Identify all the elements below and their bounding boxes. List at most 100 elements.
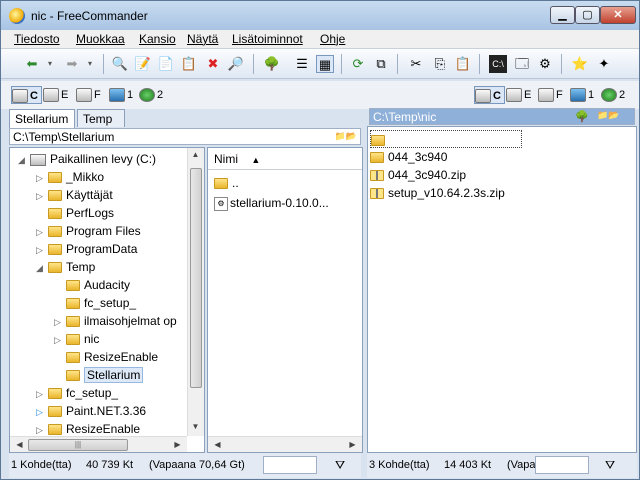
left-path-bar[interactable]: C:\Temp\Stellarium 📁📂 — [9, 128, 361, 145]
paste-icon[interactable]: 📋 — [454, 55, 472, 73]
view-icon[interactable]: 🔍 — [111, 55, 129, 73]
list-item[interactable]: ⚙ stellarium-0.10.0... — [214, 194, 329, 212]
folder-tree[interactable]: ◢ Paikallinen levy (C:) ▷ _Mikko ▷ Käyttäjät P… — [9, 147, 205, 453]
tree-item[interactable]: ◢ Temp — [36, 258, 95, 276]
tab-temp[interactable]: Temp — [77, 109, 125, 127]
drive-f-left[interactable]: F — [76, 86, 101, 104]
copy-icon[interactable]: 📄 — [157, 55, 175, 73]
command-prompt-icon[interactable]: C:\ — [489, 55, 507, 73]
settings-window-icon[interactable]: 🗔 — [513, 55, 531, 73]
left-status-free: (Vapaana 70,64 Gt) — [149, 459, 245, 471]
favorites-icon[interactable]: ⭐ — [571, 55, 589, 73]
tree-item[interactable]: ResizeEnable — [54, 348, 158, 366]
column-header-name[interactable]: Nimi ▲ — [208, 148, 362, 170]
list-view-icon[interactable]: ☰ — [293, 55, 311, 73]
path-tree-icon[interactable]: 🌳 — [575, 110, 589, 123]
refresh-icon[interactable]: ⟳ — [349, 55, 367, 73]
network-drive-right[interactable]: 1 — [570, 86, 594, 104]
menu-ohje[interactable]: Ohje — [320, 32, 345, 46]
tree-item[interactable]: ▷ Käyttäjät — [36, 186, 113, 204]
right-path-bar[interactable]: C:\Temp\nic — [369, 108, 635, 125]
menu-kansio[interactable]: Kansio — [139, 32, 176, 46]
tree-item[interactable]: ▷ fc_setup_ — [36, 384, 118, 402]
swap-panels-icon[interactable]: ⧉ — [372, 55, 390, 73]
right-quick-filter[interactable] — [535, 456, 589, 474]
drive-f-right[interactable]: F — [538, 86, 563, 104]
drive-c-right[interactable]: C — [474, 86, 505, 104]
list-item[interactable]: 044_3c940 — [370, 148, 447, 166]
tree-item[interactable]: ▷ _Mikko — [36, 168, 104, 186]
expander-icon[interactable]: ▷ — [54, 313, 66, 331]
folder-tree-icon[interactable]: 🌳 — [263, 55, 281, 73]
forward-dropdown-icon[interactable]: ▾ — [81, 55, 99, 73]
folder-icon — [66, 298, 80, 310]
network-drive-left[interactable]: 1 — [109, 86, 133, 104]
menu-bar: Tiedosto Muokkaa Kansio Näytä Lisätoimin… — [1, 30, 639, 49]
filter-icon[interactable]: ⛛ — [335, 453, 345, 478]
tree-item[interactable]: ▷ Paint.NET.3.36 — [36, 402, 146, 420]
expander-icon[interactable]: ▷ — [36, 223, 48, 241]
menu-lisatoiminnot[interactable]: Lisätoiminnot — [232, 32, 303, 46]
details-view-icon[interactable]: ▦ — [316, 55, 334, 73]
move-icon[interactable]: 📋 — [180, 55, 198, 73]
maximize-button[interactable]: ▢ — [575, 6, 600, 24]
delete-icon[interactable]: ✖ — [204, 55, 222, 73]
search-icon[interactable]: 🔎 — [227, 55, 245, 73]
expander-icon[interactable]: ◢ — [18, 151, 30, 169]
tree-item[interactable]: ▷ nic — [54, 330, 99, 348]
tab-stellarium[interactable]: Stellarium — [9, 109, 75, 128]
expander-icon[interactable]: ▷ — [54, 331, 66, 349]
path-favorites-icon[interactable]: 📁📂 — [335, 131, 357, 142]
ftp-right[interactable]: 2 — [601, 86, 625, 104]
drive-c-left[interactable]: C — [11, 86, 42, 104]
tree-item[interactable]: Audacity — [54, 276, 130, 294]
tree-item[interactable]: ▷ Program Files — [36, 222, 141, 240]
list-item[interactable]: .. — [214, 174, 239, 192]
path-favorites-icon[interactable]: 📁📂 — [597, 110, 619, 121]
back-arrow-icon[interactable]: ⬅ — [23, 55, 41, 73]
list-item[interactable] — [370, 130, 522, 148]
minimize-button[interactable]: ▁ — [550, 6, 575, 24]
tree-item[interactable]: Stellarium — [54, 366, 144, 384]
cut-icon[interactable]: ✂ — [407, 55, 425, 73]
drive-e-right[interactable]: E — [506, 86, 531, 104]
right-file-list[interactable]: 044_3c940 044_3c940.zip setup_v10.64.2.3… — [367, 126, 637, 453]
list-horizontal-scrollbar[interactable]: ◀ ▶ — [208, 436, 362, 452]
tree-item[interactable]: ▷ ProgramData — [36, 240, 137, 258]
drive-icon — [12, 89, 28, 103]
tree-horizontal-scrollbar[interactable]: ◀ ||| ▶ — [10, 436, 187, 452]
expander-icon[interactable]: ▷ — [36, 385, 48, 403]
filter-icon[interactable]: ⛛ — [605, 453, 615, 478]
expander-icon[interactable]: ◢ — [36, 259, 48, 277]
tree-item[interactable]: fc_setup_ — [54, 294, 136, 312]
folder-icon — [66, 334, 80, 346]
tree-item[interactable]: ◢ Paikallinen levy (C:) — [18, 150, 156, 168]
tree-item[interactable]: ▷ ilmaisohjelmat op — [54, 312, 177, 330]
ftp-left[interactable]: 2 — [139, 86, 163, 104]
list-item[interactable]: 044_3c940.zip — [370, 166, 466, 184]
copy-clipboard-icon[interactable]: ⎘ — [431, 55, 449, 73]
drive-e-left[interactable]: E — [43, 86, 68, 104]
scroll-thumb[interactable]: ||| — [28, 439, 128, 451]
folder-icon — [66, 280, 80, 292]
edit-icon[interactable]: 📝 — [134, 55, 152, 73]
favorites-add-icon[interactable]: ✦ — [595, 55, 613, 73]
expander-icon[interactable]: ▷ — [36, 403, 48, 421]
tree-vertical-scrollbar[interactable]: ▲ ▼ — [187, 148, 204, 436]
back-dropdown-icon[interactable]: ▾ — [41, 55, 59, 73]
list-item[interactable]: setup_v10.64.2.3s.zip — [370, 184, 505, 202]
menu-muokkaa[interactable]: Muokkaa — [76, 32, 125, 46]
scroll-thumb[interactable] — [190, 168, 202, 388]
left-file-list[interactable]: Nimi ▲ .. ⚙ stellarium-0.10.0... ◀ ▶ — [207, 147, 363, 453]
tools-icon[interactable]: ⚙ — [536, 55, 554, 73]
expander-icon[interactable]: ▷ — [36, 241, 48, 259]
expander-icon[interactable]: ▷ — [36, 169, 48, 187]
close-button[interactable]: ✕ — [600, 6, 636, 24]
menu-nayta[interactable]: Näytä — [187, 32, 218, 46]
forward-arrow-icon[interactable]: ➡ — [63, 55, 81, 73]
left-quick-filter[interactable] — [263, 456, 317, 474]
tree-item[interactable]: PerfLogs — [36, 204, 114, 222]
menu-tiedosto[interactable]: Tiedosto — [14, 32, 60, 46]
expander-icon[interactable]: ▷ — [36, 187, 48, 205]
tree-item-label: fc_setup_ — [84, 296, 137, 310]
